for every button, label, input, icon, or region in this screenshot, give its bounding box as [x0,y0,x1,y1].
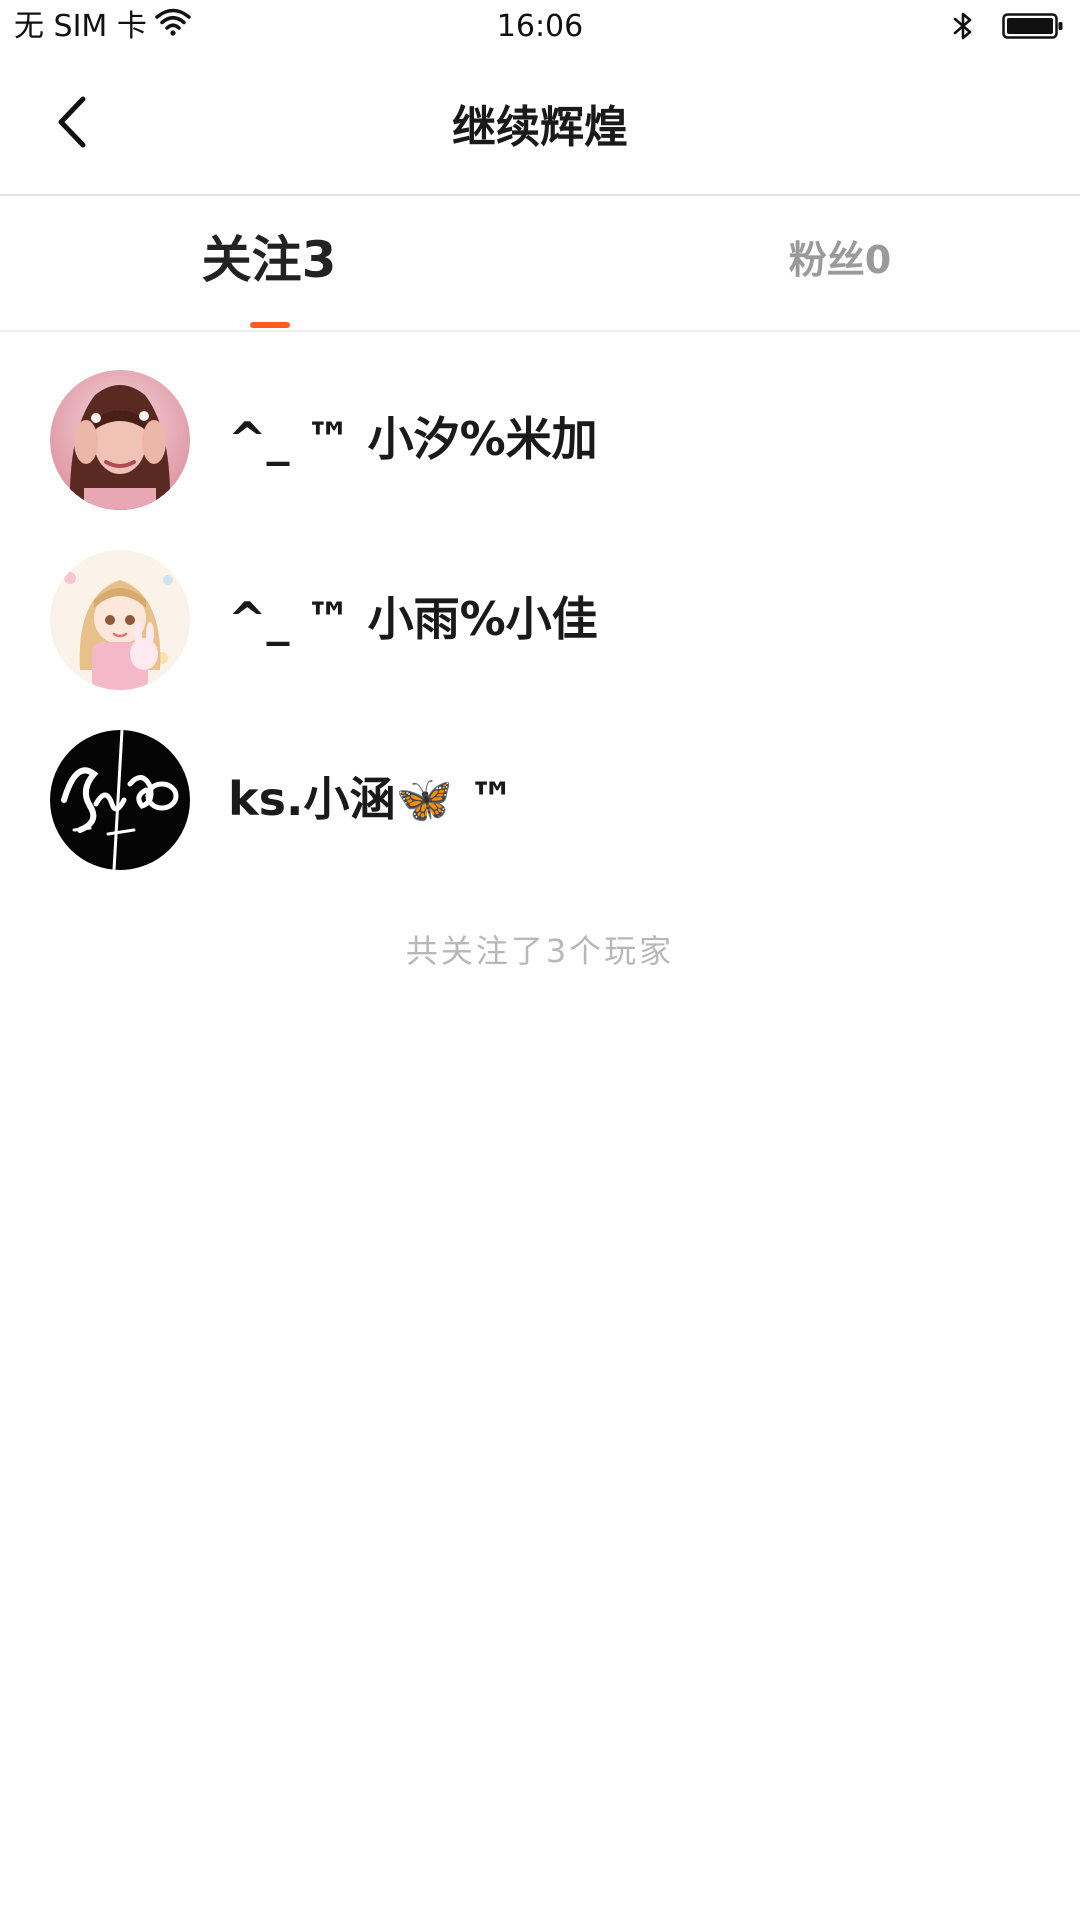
avatar[interactable] [50,370,190,510]
status-right [952,10,1064,46]
nav-bar: 继续辉煌 [0,54,1080,196]
following-summary: 共关注了3个玩家 [405,932,675,970]
list-item[interactable]: ^_ ™ 小汐%米加 [0,334,1080,514]
tab-following[interactable]: 关注3 [0,196,540,330]
active-tab-indicator [250,322,290,328]
bluetooth-icon [952,10,974,46]
tab-followers-label: 粉丝0 [788,238,892,282]
tab-following-label: 关注3 [201,231,337,289]
status-bar: 无 SIM 卡 16:06 [0,0,1080,54]
user-name: ^_ ™ 小雨%小佳 [228,592,598,646]
avatar[interactable] [50,550,190,690]
status-time: 16:06 [496,9,584,44]
following-list: ^_ ™ 小汐%米加 ^_ ™ 小雨%小佳 ks.小涵🦋 ™ [0,334,1080,874]
tab-bar: 关注3 粉丝0 [0,196,1080,332]
tab-followers[interactable]: 粉丝0 [540,196,1080,330]
page-title: 继续辉煌 [452,102,628,153]
list-item[interactable]: ks.小涵🦋 ™ [0,694,1080,874]
list-item[interactable]: ^_ ™ 小雨%小佳 [0,514,1080,694]
user-name: ks.小涵🦋 ™ [228,772,515,826]
user-name: ^_ ™ 小汐%米加 [228,412,598,466]
avatar[interactable] [50,730,190,870]
battery-icon [1002,11,1064,45]
